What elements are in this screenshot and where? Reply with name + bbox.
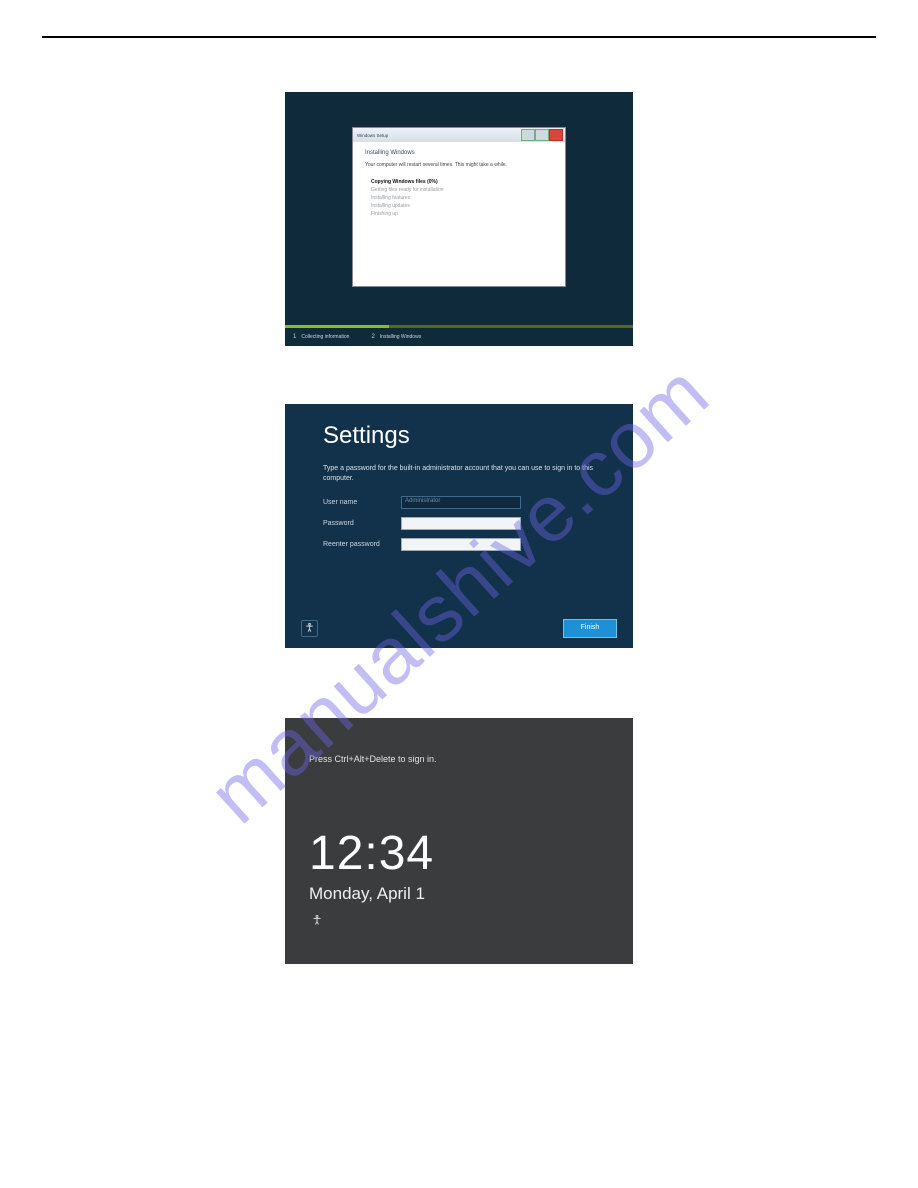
input-password[interactable] <box>401 517 521 530</box>
close-button[interactable] <box>549 129 563 141</box>
window-title: Windows Setup <box>357 133 388 138</box>
footer-step-1-label: Collecting information <box>301 334 349 340</box>
label-password: Password <box>323 520 401 527</box>
step-finishing: Finishing up <box>371 210 553 218</box>
step-copying: Copying Windows files (0%) <box>371 178 553 186</box>
ease-of-access-button[interactable] <box>301 620 318 637</box>
finish-button[interactable]: Finish <box>563 619 617 638</box>
label-username: User name <box>323 499 401 506</box>
settings-description: Type a password for the built-in adminis… <box>323 464 603 484</box>
input-username[interactable]: Administrator <box>401 496 521 509</box>
lock-ease-of-access-button[interactable] <box>309 914 324 929</box>
step-getting-ready: Getting files ready for installation <box>371 186 553 194</box>
label-reenter-password: Reenter password <box>323 541 401 548</box>
input-reenter-password[interactable] <box>401 538 521 551</box>
row-password: Password <box>323 517 603 530</box>
footer-step-1-num: 1 <box>293 334 296 340</box>
row-username: User name Administrator <box>323 496 603 509</box>
step-installing-features: Installing features <box>371 194 553 202</box>
dialog-heading: Installing Windows <box>365 150 553 156</box>
maximize-button[interactable] <box>535 129 549 141</box>
lock-time: 12:34 <box>309 830 633 878</box>
dialog-subtitle: Your computer will restart several times… <box>365 162 553 168</box>
minimize-button[interactable] <box>521 129 535 141</box>
footer-step-2: 2 Installing Windows <box>363 334 421 340</box>
footer-step-2-label: Installing Windows <box>380 334 421 340</box>
installer-dialog: Windows Setup Installing Windows Your co… <box>353 128 565 286</box>
installer-footer: 1 Collecting information 2 Installing Wi… <box>285 328 633 346</box>
page-top-rule <box>42 36 876 38</box>
settings-title: Settings <box>323 422 603 450</box>
footer-step-1: 1 Collecting information <box>285 334 349 340</box>
footer-step-2-num: 2 <box>371 334 374 340</box>
dialog-titlebar: Windows Setup <box>353 128 565 142</box>
step-installing-updates: Installing updates <box>371 202 553 210</box>
ease-of-access-icon <box>311 913 323 931</box>
install-steps-list: Copying Windows files (0%) Getting files… <box>371 178 553 218</box>
lock-date: Monday, April 1 <box>309 884 633 904</box>
window-buttons <box>521 129 563 141</box>
screenshot-settings-password: Settings Type a password for the built-i… <box>285 404 633 648</box>
ease-of-access-icon <box>304 620 315 638</box>
screenshot-installing-windows: Windows Setup Installing Windows Your co… <box>285 92 633 346</box>
row-reenter-password: Reenter password <box>323 538 603 551</box>
screenshot-lock-screen: Press Ctrl+Alt+Delete to sign in. 12:34 … <box>285 718 633 964</box>
lock-hint: Press Ctrl+Alt+Delete to sign in. <box>309 754 633 764</box>
dialog-body: Installing Windows Your computer will re… <box>353 142 565 226</box>
